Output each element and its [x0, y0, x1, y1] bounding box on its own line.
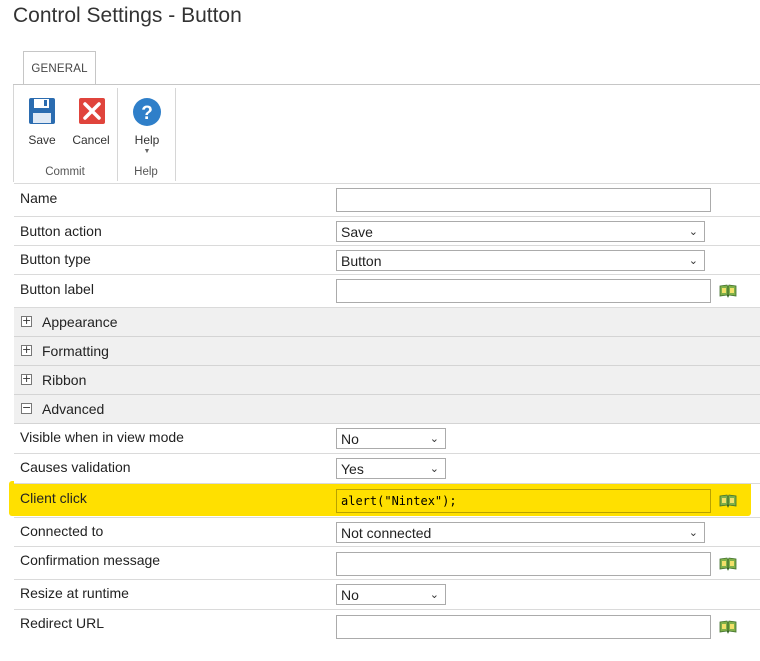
lookup-icon[interactable] — [719, 620, 737, 634]
ribbon-group-separator — [175, 88, 176, 181]
row-button-label: Button label — [14, 275, 760, 308]
resize-select[interactable]: No ⌄ — [336, 584, 446, 605]
advanced-label: Advanced — [42, 401, 105, 417]
row-client-click: Client click — [14, 484, 760, 517]
button-label-label: Button label — [20, 281, 94, 297]
expand-icon[interactable]: + — [21, 373, 32, 385]
resize-label: Resize at runtime — [20, 585, 129, 601]
cancel-label: Cancel — [72, 133, 110, 147]
button-label-input[interactable] — [336, 279, 711, 303]
confirmation-label: Confirmation message — [20, 552, 161, 568]
chevron-down-icon: ⌄ — [688, 226, 698, 238]
confirmation-input[interactable] — [336, 552, 711, 576]
row-button-action: Button action Save ⌄ — [14, 217, 760, 246]
causes-validation-select[interactable]: Yes ⌄ — [336, 458, 446, 479]
formatting-label: Formatting — [42, 343, 109, 359]
connected-to-value: Not connected — [341, 525, 432, 541]
button-type-value: Button — [341, 253, 382, 269]
help-label: Help — [134, 133, 160, 147]
save-icon — [29, 98, 55, 124]
appearance-label: Appearance — [42, 314, 118, 330]
button-action-select[interactable]: Save ⌄ — [336, 221, 705, 242]
expand-icon[interactable]: + — [21, 315, 32, 327]
chevron-down-icon: ⌄ — [429, 463, 439, 475]
section-formatting[interactable]: + Formatting — [14, 337, 760, 366]
button-action-label: Button action — [20, 223, 102, 239]
redirect-label: Redirect URL — [20, 615, 105, 631]
row-redirect: Redirect URL — [14, 610, 760, 643]
svg-text:?: ? — [141, 103, 153, 124]
causes-validation-label: Causes validation — [20, 459, 131, 475]
row-confirmation: Confirmation message — [14, 547, 760, 580]
section-advanced[interactable]: − Advanced — [14, 395, 760, 424]
collapse-icon[interactable]: − — [21, 402, 32, 414]
chevron-down-icon: ⌄ — [688, 255, 698, 267]
name-input[interactable] — [336, 188, 711, 212]
name-label: Name — [20, 190, 58, 206]
lookup-icon[interactable] — [719, 284, 737, 298]
row-button-type: Button type Button ⌄ — [14, 246, 760, 275]
chevron-down-icon: ⌄ — [429, 433, 439, 445]
lookup-icon[interactable] — [719, 494, 737, 508]
settings-form: Name Button action Save ⌄ Button type Bu… — [14, 183, 760, 643]
help-group-label: Help — [134, 166, 158, 178]
row-name: Name — [14, 184, 760, 217]
visible-view-label: Visible when in view mode — [20, 429, 184, 445]
tab-general[interactable]: GENERAL — [23, 51, 96, 85]
section-appearance[interactable]: + Appearance — [14, 308, 760, 337]
visible-view-value: No — [341, 431, 359, 447]
lookup-icon[interactable] — [719, 557, 737, 571]
commit-group-label: Commit — [45, 166, 85, 178]
button-action-value: Save — [341, 224, 373, 240]
ribbon-edge — [13, 85, 14, 182]
save-button[interactable]: Save — [24, 96, 60, 147]
redirect-input[interactable] — [336, 615, 711, 639]
chevron-down-icon: ▼ — [143, 148, 151, 155]
connected-to-label: Connected to — [20, 523, 104, 539]
button-type-label: Button type — [20, 251, 91, 267]
connected-to-select[interactable]: Not connected ⌄ — [336, 522, 705, 543]
expand-icon[interactable]: + — [21, 344, 32, 356]
client-click-input[interactable] — [336, 489, 711, 513]
resize-value: No — [341, 587, 359, 603]
page-title: Control Settings - Button — [13, 4, 242, 27]
row-visible-view: Visible when in view mode No ⌄ — [14, 424, 760, 454]
row-causes-validation: Causes validation Yes ⌄ — [14, 454, 760, 484]
causes-validation-value: Yes — [341, 461, 364, 477]
help-button[interactable]: ? Help ▼ — [129, 96, 165, 155]
client-click-label: Client click — [20, 490, 87, 506]
row-resize: Resize at runtime No ⌄ — [14, 580, 760, 610]
visible-view-select[interactable]: No ⌄ — [336, 428, 446, 449]
save-label: Save — [28, 133, 56, 147]
cancel-button[interactable]: Cancel — [71, 96, 111, 147]
section-ribbon[interactable]: + Ribbon — [14, 366, 760, 395]
button-type-select[interactable]: Button ⌄ — [336, 250, 705, 271]
help-icon: ? — [133, 98, 161, 126]
chevron-down-icon: ⌄ — [688, 527, 698, 539]
chevron-down-icon: ⌄ — [429, 589, 439, 601]
row-connected-to: Connected to Not connected ⌄ — [14, 517, 760, 547]
close-icon — [79, 98, 105, 124]
ribbon-section-label: Ribbon — [42, 372, 87, 388]
